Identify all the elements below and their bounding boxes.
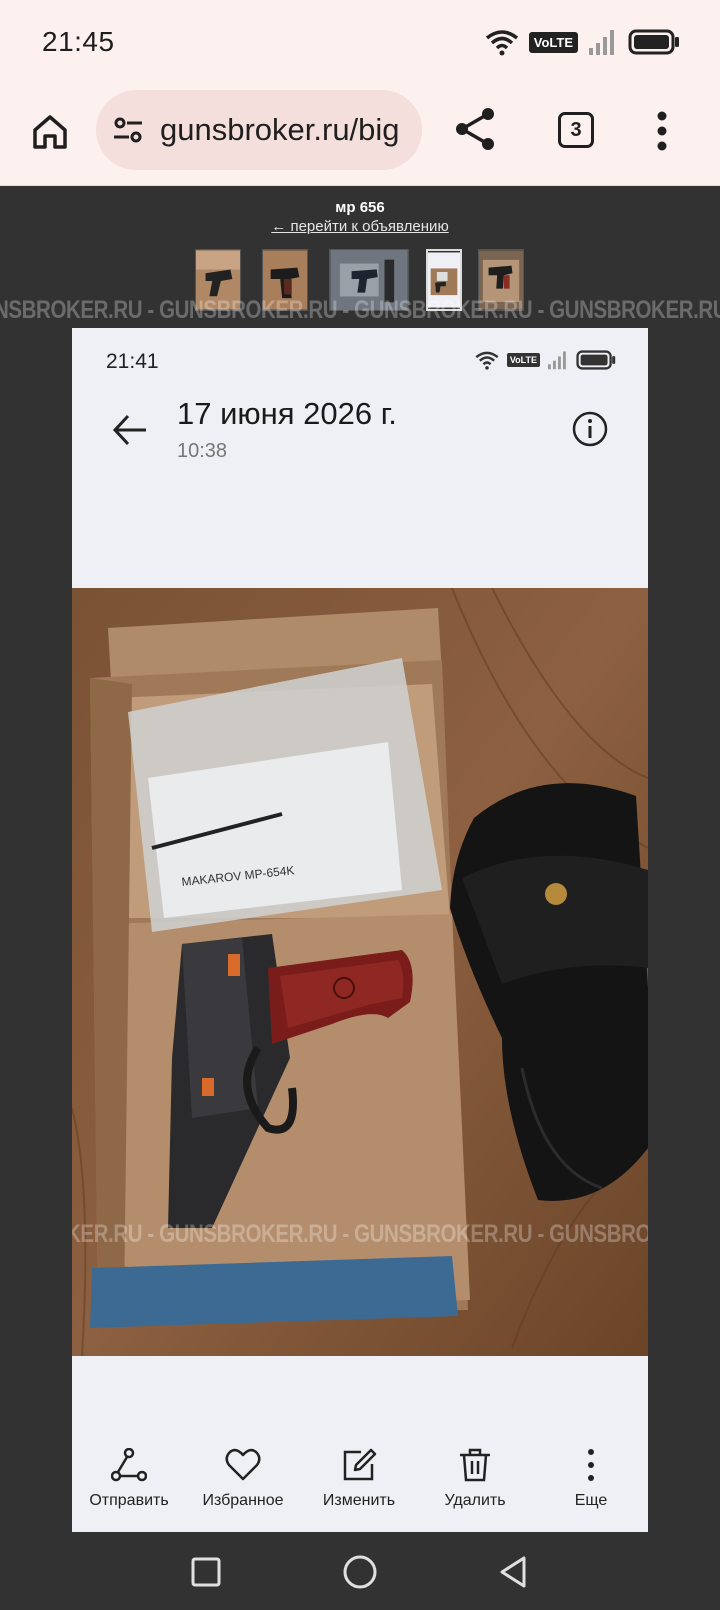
battery-icon [628,29,679,55]
screenshot-status-time: 21:41 [106,350,159,373]
wifi-icon [475,351,499,370]
screenshot-date: 17 июня 2026 г. [177,396,397,431]
info-icon [572,411,608,447]
listing-image[interactable]: 21:41 VoLTE 17 июня 2026 г. 10:38 MAKARO… [72,328,648,1532]
action-more: Еще [536,1448,646,1510]
site-settings-icon[interactable] [112,114,144,146]
screenshot-action-bar: Отправить Избранное Изменить Удалить Еще [72,1448,648,1532]
action-delete-label: Удалить [444,1492,506,1509]
watermark-top: NSBROKER.RU - GUNSBROKER.RU - GUNSBROKER… [0,296,720,324]
trash-icon [460,1448,490,1482]
more-icon [588,1449,594,1481]
action-delete: Удалить [420,1448,530,1510]
action-edit-label: Изменить [322,1492,396,1509]
screenshot-clock: 10:38 [177,440,228,462]
action-more-label: Еще [574,1492,608,1509]
back-nav-icon[interactable] [494,1552,534,1592]
share-icon [111,1448,147,1482]
browser-toolbar: gunsbroker.ru/big 3 [0,86,720,186]
more-vert-icon[interactable] [655,110,669,152]
back-to-listing-link[interactable]: ← перейти к объявлению [0,218,720,235]
signal-icon [548,351,566,370]
battery-icon [576,350,616,370]
status-time: 21:45 [42,26,115,57]
action-favorite-label: Избранное [202,1492,284,1509]
system-nav-bar [0,1532,720,1610]
status-icons: VoLTE [485,26,680,58]
share-icon[interactable] [452,106,498,152]
listing-title: мр 656 [335,199,385,216]
home-nav-icon[interactable] [340,1552,380,1592]
action-share-label: Отправить [89,1492,169,1509]
status-bar: 21:45 VoLTE [0,0,720,86]
heart-icon [225,1448,261,1481]
edit-icon [343,1448,377,1481]
address-bar[interactable]: gunsbroker.ru/big [96,90,422,170]
action-share: Отправить [74,1448,184,1510]
recents-icon[interactable] [186,1552,226,1592]
action-edit: Изменить [304,1448,414,1510]
url-fade [396,90,422,170]
action-favorite: Избранное [188,1448,298,1510]
image-viewer-page: мр 656 ← перейти к объявлению NSBROKER.R… [0,187,720,1532]
url-text[interactable]: gunsbroker.ru/big [160,112,400,148]
volte-badge: VoLTE [506,353,540,367]
home-button[interactable] [28,110,72,154]
tab-switcher-button[interactable]: 3 [558,112,594,148]
volte-badge: VoLTE [528,31,578,53]
back-arrow-icon [112,414,146,446]
signal-icon [589,30,614,55]
watermark-photo: NSBROKER.RU - GUNSBROKER.RU - GUNSBROKER… [72,1220,648,1248]
home-icon [33,115,67,149]
wifi-icon [485,30,518,56]
screenshot-status-icons: VoLTE [474,350,616,370]
